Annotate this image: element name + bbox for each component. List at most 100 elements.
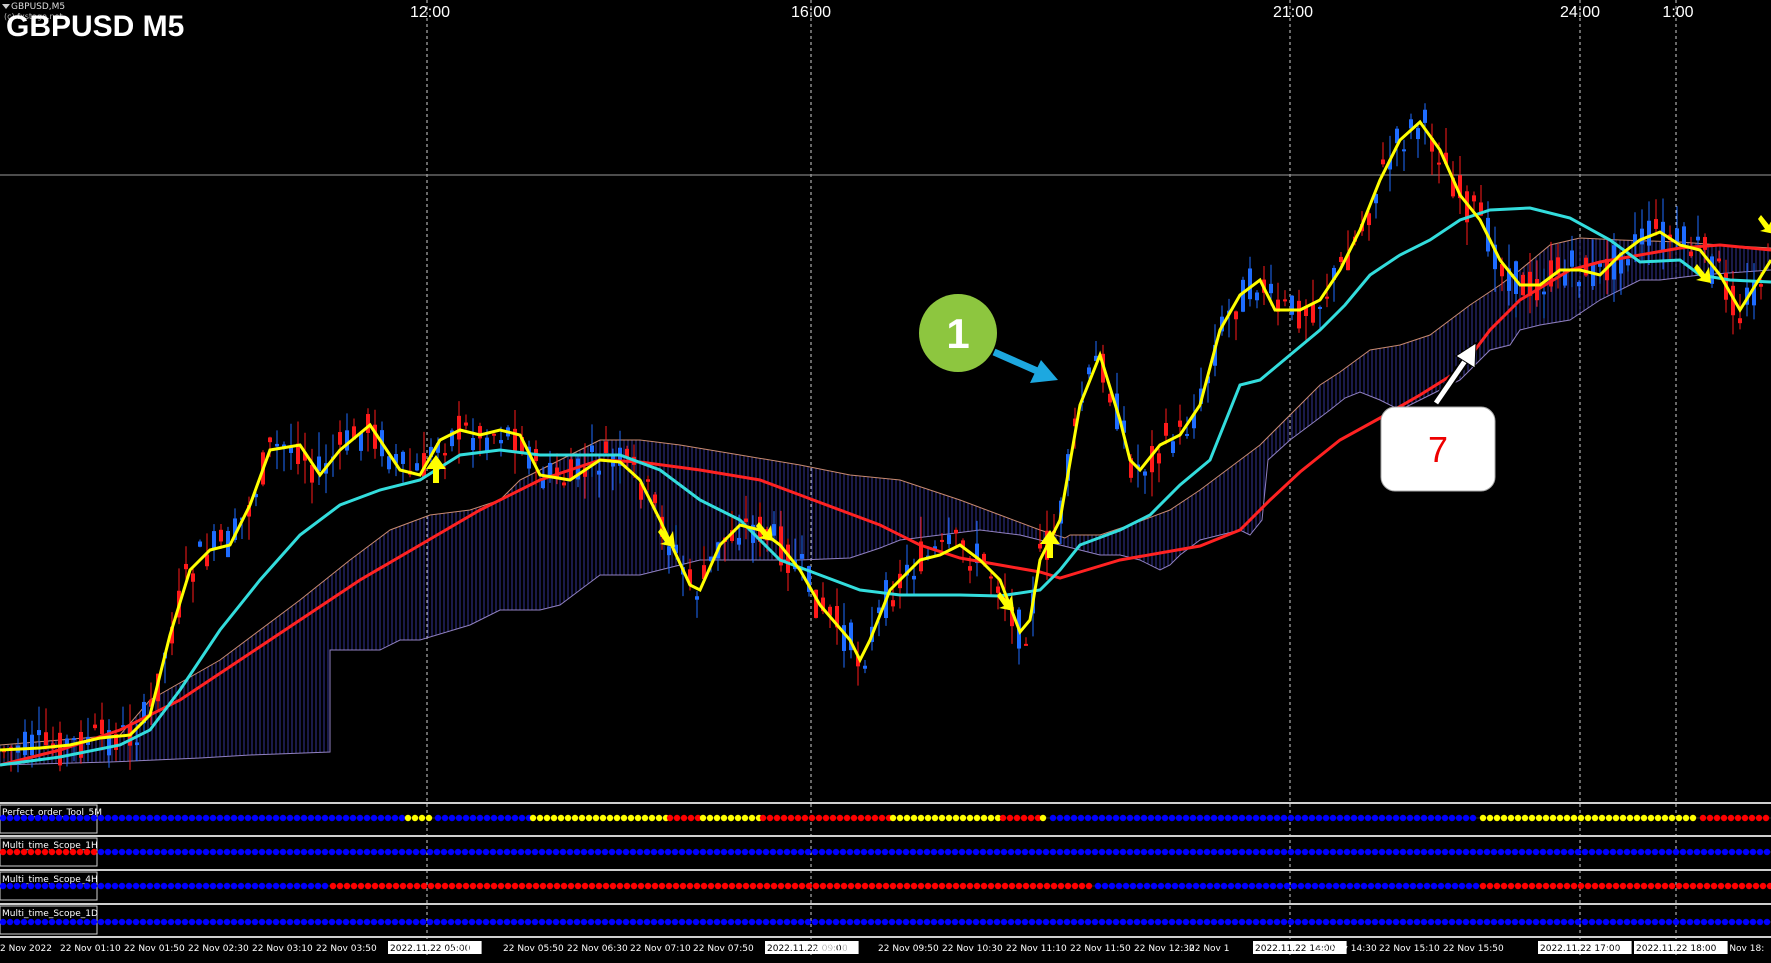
bottom-time-label: 2022.11.22 18:00 xyxy=(1636,944,1717,954)
indicator-dot xyxy=(1549,882,1557,890)
indicator-dot xyxy=(755,848,763,856)
indicator-dot xyxy=(384,848,392,856)
indicator-dot xyxy=(1238,814,1246,822)
indicator-dot xyxy=(1021,918,1029,926)
indicator-dot xyxy=(1633,814,1641,822)
pane-label: Multi_time_Scope_1D xyxy=(2,909,98,919)
indicator-dot xyxy=(90,848,98,856)
indicator-dot xyxy=(1161,814,1169,822)
indicator-dot xyxy=(1693,848,1701,856)
indicator-dot xyxy=(1507,882,1515,890)
indicator-dot xyxy=(1577,814,1585,822)
indicator-dot xyxy=(1727,814,1735,822)
indicator-dot xyxy=(1175,918,1183,926)
indicator-dot xyxy=(1595,918,1603,926)
indicator-dot xyxy=(1682,814,1690,822)
indicator-dot xyxy=(1598,814,1606,822)
indicator-dot xyxy=(1413,814,1421,822)
indicator-dot xyxy=(1203,918,1211,926)
indicator-dot xyxy=(1616,848,1624,856)
indicator-dot xyxy=(1105,918,1113,926)
indicator-dot xyxy=(111,882,119,890)
indicator-dot xyxy=(972,848,980,856)
indicator-dot xyxy=(455,882,463,890)
indicator-dot xyxy=(966,814,974,822)
indicator-dot xyxy=(538,848,546,856)
indicator-dot xyxy=(153,814,161,822)
indicator-dot xyxy=(1035,918,1043,926)
indicator-dot xyxy=(1630,848,1638,856)
sell-arrow-icon xyxy=(1758,215,1771,234)
indicator-dot xyxy=(1392,814,1400,822)
indicator-dot xyxy=(1294,848,1302,856)
indicator-dot xyxy=(6,848,14,856)
indicator-dot xyxy=(1689,882,1697,890)
indicator-dot xyxy=(434,882,442,890)
indicator-dot xyxy=(648,814,656,822)
indicator-dot xyxy=(1640,882,1648,890)
indicator-dot xyxy=(76,918,84,926)
indicator-dot xyxy=(1077,918,1085,926)
indicator-dot xyxy=(1444,882,1452,890)
indicator-dot xyxy=(574,882,582,890)
indicator-dot xyxy=(839,918,847,926)
indicator-dot xyxy=(965,918,973,926)
bottom-time-label: 2 Nov 2022 xyxy=(0,944,52,954)
indicator-dot xyxy=(1269,882,1277,890)
indicator-dot xyxy=(1164,882,1172,890)
indicator-dot xyxy=(195,882,203,890)
symbol-menu-icon[interactable] xyxy=(2,4,10,9)
indicator-dot xyxy=(132,814,140,822)
indicator-dot xyxy=(272,882,280,890)
indicator-dot xyxy=(111,918,119,926)
indicator-dot xyxy=(1577,882,1585,890)
bottom-time-label: 22 Nov 02:30 xyxy=(188,944,249,954)
indicator-dot xyxy=(1350,814,1358,822)
candle-body xyxy=(212,531,216,549)
indicator-dot xyxy=(300,882,308,890)
indicator-dot xyxy=(349,848,357,856)
candle-body xyxy=(772,524,776,536)
indicator-dot xyxy=(1112,814,1120,822)
indicator-dot xyxy=(293,918,301,926)
indicator-dot xyxy=(1273,918,1281,926)
indicator-dot xyxy=(1262,882,1270,890)
indicator-dot xyxy=(329,882,337,890)
bottom-time-label: 22 Nov 03:10 xyxy=(252,944,313,954)
top-time-label: 21:00 xyxy=(1273,4,1313,21)
indicator-dot xyxy=(504,882,512,890)
indicator-dot xyxy=(1724,882,1732,890)
indicator-dot xyxy=(1182,848,1190,856)
indicator-dot xyxy=(1521,882,1529,890)
indicator-dot xyxy=(1014,918,1022,926)
indicator-dot xyxy=(1735,848,1743,856)
indicator-dot xyxy=(483,882,491,890)
candle-body xyxy=(1143,471,1147,476)
indicator-dot xyxy=(1497,918,1505,926)
indicator-dot xyxy=(1294,918,1302,926)
indicator-dot xyxy=(455,814,463,822)
candle-body xyxy=(478,426,482,439)
candle-body xyxy=(1696,236,1700,241)
indicator-dot xyxy=(1022,882,1030,890)
indicator-dot xyxy=(223,918,231,926)
indicator-dot xyxy=(216,882,224,890)
indicator-dot xyxy=(924,814,932,822)
indicator-dot xyxy=(13,848,21,856)
chart-canvas[interactable]: 1 7 12:00 16:00 21:00 24:00 1:00 Perfect_ord… xyxy=(0,0,1771,963)
indicator-dot xyxy=(1378,814,1386,822)
indicator-dot xyxy=(1252,918,1260,926)
indicator-dot xyxy=(1668,814,1676,822)
indicator-dot xyxy=(69,918,77,926)
indicator-dot xyxy=(427,882,435,890)
indicator-dot xyxy=(293,882,301,890)
indicator-dot xyxy=(1213,882,1221,890)
indicator-dot xyxy=(734,918,742,926)
indicator-dot xyxy=(335,814,343,822)
indicator-dot xyxy=(571,814,579,822)
indicator-dot xyxy=(1385,814,1393,822)
indicator-dot xyxy=(1042,848,1050,856)
indicator-dot xyxy=(557,814,565,822)
indicator-panes: Perfect_order_Tool_5MMulti_time_Scope_1H… xyxy=(0,802,1771,938)
indicator-dot xyxy=(748,814,756,822)
